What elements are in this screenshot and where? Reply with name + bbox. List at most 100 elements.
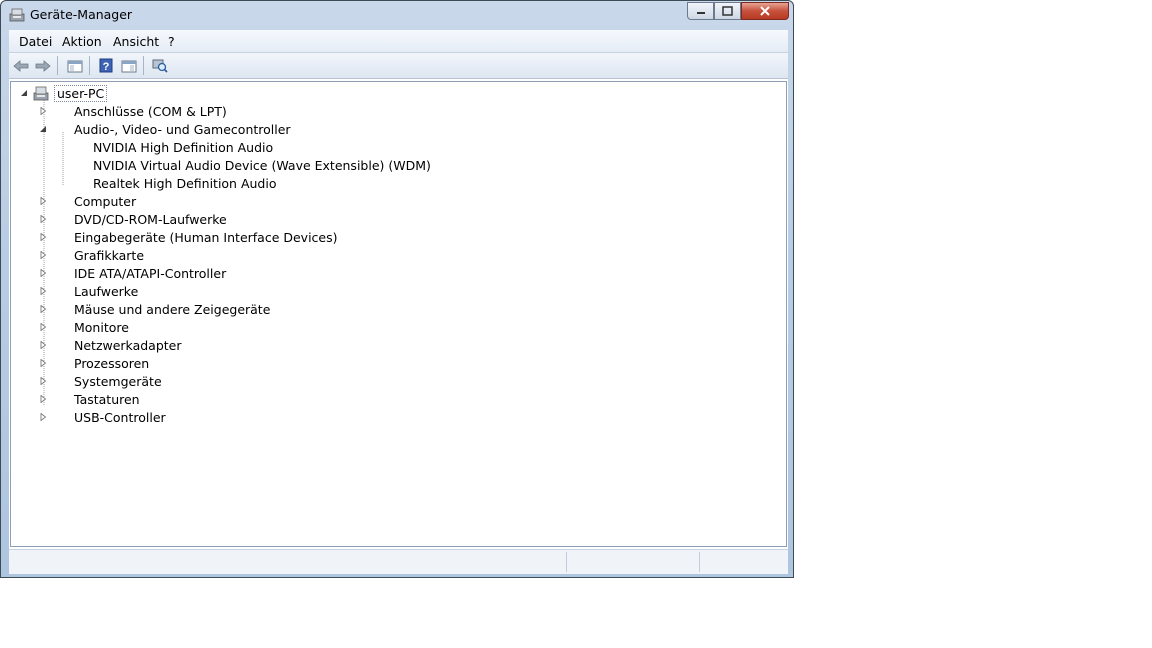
tree-category-laufwerke[interactable]: Laufwerke (38, 282, 138, 300)
device-label: NVIDIA High Definition Audio (93, 139, 274, 155)
help-icon: ? (99, 58, 113, 73)
minimize-button[interactable] (687, 2, 714, 20)
scan-hardware-button[interactable] (151, 57, 169, 74)
collapse-arrow-icon[interactable] (19, 88, 28, 97)
display-adapter-icon (53, 247, 69, 263)
toolbar-separator (57, 56, 58, 75)
tree-device-item[interactable]: NVIDIA High Definition Audio (72, 138, 273, 156)
menu-aktion[interactable]: Aktion (62, 34, 102, 49)
expand-arrow-icon[interactable] (38, 322, 47, 331)
category-label: Audio-, Video- und Gamecontroller (74, 121, 291, 137)
tree-device-item[interactable]: NVIDIA Virtual Audio Device (Wave Extens… (72, 156, 431, 174)
menu-datei[interactable]: Datei (19, 34, 52, 49)
device-manager-window: Geräte-Manager Datei Aktion Ansicht ? ? … (0, 0, 794, 578)
tree-category-eingabegeräte-human-interface-devices[interactable]: Eingabegeräte (Human Interface Devices) (38, 228, 338, 246)
toolbar-separator (89, 56, 90, 75)
properties-icon (121, 60, 137, 72)
expand-arrow-icon[interactable] (38, 250, 47, 259)
speaker-icon (72, 157, 88, 173)
expand-arrow-icon[interactable] (38, 106, 47, 115)
expand-arrow-icon[interactable] (38, 412, 47, 421)
network-adapter-icon (53, 337, 69, 353)
expand-arrow-icon[interactable] (38, 358, 47, 367)
speaker-icon (72, 139, 88, 155)
minimize-icon (696, 12, 705, 14)
tree-category-systemgeräte[interactable]: Systemgeräte (38, 372, 162, 390)
device-manager-icon (9, 8, 25, 22)
disk-drive-icon (53, 283, 69, 299)
tree-category-computer[interactable]: Computer (38, 192, 136, 210)
tree-category-mäuse-und-andere-zeigegeräte[interactable]: Mäuse und andere Zeigegeräte (38, 300, 270, 318)
category-label: Mäuse und andere Zeigegeräte (74, 301, 271, 317)
port-icon (53, 103, 69, 119)
svg-text:?: ? (103, 61, 110, 73)
category-label: Eingabegeräte (Human Interface Devices) (74, 229, 338, 245)
forward-button[interactable] (34, 57, 52, 74)
tree-category-audio-video-und-gamecontroller[interactable]: Audio-, Video- und Gamecontroller (38, 120, 291, 138)
speaker-icon (72, 175, 88, 191)
back-button[interactable] (12, 57, 30, 74)
expand-arrow-icon[interactable] (38, 340, 47, 349)
processor-icon (53, 355, 69, 371)
properties-button[interactable] (120, 57, 138, 74)
tree-category-anschlüsse-com-lpt[interactable]: Anschlüsse (COM & LPT) (38, 102, 227, 120)
back-icon (13, 59, 29, 72)
toolbar: ? (9, 53, 788, 79)
status-separator (699, 552, 700, 572)
tree-category-prozessoren[interactable]: Prozessoren (38, 354, 149, 372)
expand-arrow-icon[interactable] (38, 268, 47, 277)
category-label: DVD/CD-ROM-Laufwerke (74, 211, 227, 227)
menu-help[interactable]: ? (168, 34, 175, 49)
ide-controller-icon (53, 265, 69, 281)
expand-arrow-icon[interactable] (38, 214, 47, 223)
tree-category-ide-ata-atapi-controller[interactable]: IDE ATA/ATAPI-Controller (38, 264, 226, 282)
title-bar[interactable]: Geräte-Manager (1, 1, 793, 29)
expand-arrow-icon[interactable] (38, 232, 47, 241)
tree-category-usb-controller[interactable]: USB-Controller (38, 408, 166, 426)
menu-ansicht[interactable]: Ansicht (113, 34, 159, 49)
close-icon (760, 6, 770, 16)
menu-bar: Datei Aktion Ansicht ? (9, 30, 788, 53)
tree-category-grafikkarte[interactable]: Grafikkarte (38, 246, 144, 264)
expand-arrow-icon[interactable] (38, 304, 47, 313)
computer-icon (53, 193, 69, 209)
forward-icon (35, 59, 51, 72)
category-label: IDE ATA/ATAPI-Controller (74, 265, 227, 281)
tree-category-monitore[interactable]: Monitore (38, 318, 129, 336)
maximize-icon (722, 6, 733, 16)
tree-category-netzwerkadapter[interactable]: Netzwerkadapter (38, 336, 182, 354)
show-hide-console-tree-button[interactable] (66, 57, 84, 74)
hid-icon (53, 229, 69, 245)
keyboard-icon (53, 391, 69, 407)
window-title: Geräte-Manager (30, 7, 133, 22)
usb-icon (53, 409, 69, 425)
category-label: Monitore (74, 319, 129, 335)
tree-category-dvd-cd-rom-laufwerke[interactable]: DVD/CD-ROM-Laufwerke (38, 210, 227, 228)
monitor-icon (53, 319, 69, 335)
expand-arrow-icon[interactable] (38, 376, 47, 385)
tree-root[interactable]: user-PC (19, 84, 108, 102)
show-hide-console-tree-icon (67, 60, 83, 72)
collapse-arrow-icon[interactable] (38, 124, 47, 133)
expand-arrow-icon[interactable] (38, 196, 47, 205)
status-bar (9, 549, 788, 574)
speaker-icon (53, 121, 69, 137)
tree-category-tastaturen[interactable]: Tastaturen (38, 390, 140, 408)
expand-arrow-icon[interactable] (38, 286, 47, 295)
category-label: USB-Controller (74, 409, 166, 425)
client-area: Datei Aktion Ansicht ? ? user-PC Anschlü… (9, 30, 788, 574)
device-label: Realtek High Definition Audio (93, 175, 277, 191)
category-label: Laufwerke (74, 283, 139, 299)
category-label: Systemgeräte (74, 373, 162, 389)
help-button[interactable]: ? (97, 57, 115, 74)
category-label: Prozessoren (74, 355, 150, 371)
root-label: user-PC (54, 84, 108, 102)
maximize-button[interactable] (714, 2, 741, 20)
close-button[interactable] (741, 2, 789, 20)
computer-root-icon (33, 86, 49, 101)
tree-device-item[interactable]: Realtek High Definition Audio (72, 174, 276, 192)
scan-hardware-icon (152, 59, 168, 73)
dvd-drive-icon (53, 211, 69, 227)
device-tree: user-PC Anschlüsse (COM & LPT) Audio-, Vi… (10, 81, 787, 547)
expand-arrow-icon[interactable] (38, 394, 47, 403)
